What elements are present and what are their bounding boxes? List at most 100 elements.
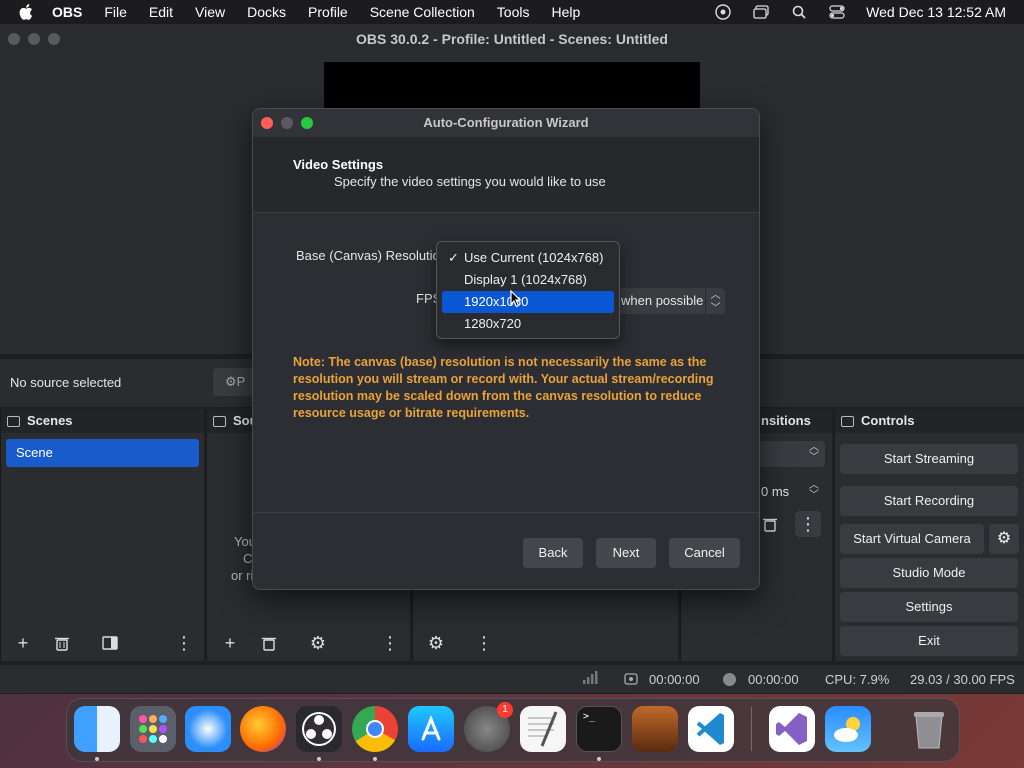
checkmark-icon: ✓ — [448, 250, 459, 265]
status-bar: 00:00:00 00:00:00 CPU: 7.9% 29.03 / 30.0… — [0, 665, 1024, 693]
textedit-icon[interactable] — [520, 706, 566, 752]
panel-undock-icon[interactable] — [213, 416, 226, 427]
resolution-option-label: 1280x720 — [464, 316, 522, 331]
dialog-minimize-button[interactable] — [281, 117, 293, 129]
page-subtitle: Specify the video settings you would lik… — [334, 174, 606, 189]
cpu-usage: CPU: 7.9% — [825, 672, 890, 687]
mixer-settings-icon[interactable]: ⚙ — [423, 630, 449, 656]
resolution-option[interactable]: Display 1 (1024x768) — [442, 269, 614, 291]
duration-value: 0 ms — [761, 484, 790, 499]
controls-title: Controls — [861, 413, 915, 428]
add-scene-icon[interactable]: + — [10, 630, 36, 656]
menu-scene-collection[interactable]: Scene Collection — [370, 4, 475, 20]
exit-button[interactable]: Exit — [840, 626, 1018, 656]
transition-duration[interactable]: 0 ms ︿ ﹀ — [759, 479, 825, 505]
virtual-camera-settings-icon[interactable]: ⚙ — [989, 524, 1019, 554]
record-status-icon — [723, 673, 736, 686]
menu-view[interactable]: View — [195, 4, 225, 20]
transition-select[interactable]: ︿ ﹀ — [759, 441, 825, 467]
window-maximize-button[interactable] — [48, 33, 60, 45]
window-switcher-icon[interactable] — [752, 3, 770, 21]
source-settings-icon[interactable]: ⚙ — [305, 630, 331, 656]
menu-docks[interactable]: Docks — [247, 4, 286, 20]
audio-mixer-toolbar: ⚙ ⋮ — [413, 623, 678, 661]
resolution-option-highlighted[interactable]: 1920x1080 — [442, 291, 614, 313]
garageband-icon[interactable] — [632, 706, 678, 752]
remove-source-icon[interactable] — [256, 630, 282, 656]
resolution-dropdown-menu: ✓ Use Current (1024x768) Display 1 (1024… — [436, 241, 620, 339]
back-button[interactable]: Back — [523, 538, 583, 568]
network-signal-icon — [582, 671, 598, 688]
finder-icon[interactable] — [74, 706, 120, 752]
start-recording-button[interactable]: Start Recording — [840, 486, 1018, 516]
dialog-close-button[interactable] — [261, 117, 273, 129]
notification-badge: 1 — [497, 702, 513, 718]
resolution-label: Base (Canvas) Resolution — [296, 248, 448, 263]
visual-studio-icon[interactable] — [769, 706, 815, 752]
dialog-title: Auto-Configuration Wizard — [423, 115, 589, 130]
resolution-option[interactable]: 1280x720 — [442, 313, 614, 335]
vscode-icon[interactable] — [688, 706, 734, 752]
fps-select[interactable]: when possible ︿ ﹀ — [613, 288, 725, 314]
macos-dock: 1 >_ — [66, 698, 960, 762]
no-source-label: No source selected — [10, 375, 122, 390]
transition-more-icon[interactable]: ⋮ — [795, 511, 821, 537]
stepper-icon[interactable]: ︿ ﹀ — [809, 481, 819, 501]
menu-profile[interactable]: Profile — [308, 4, 348, 20]
cancel-button[interactable]: Cancel — [669, 538, 740, 568]
controls-panel-header: Controls — [835, 409, 1024, 433]
remove-scene-icon[interactable] — [49, 630, 75, 656]
start-virtual-camera-button[interactable]: Start Virtual Camera — [840, 524, 984, 554]
panel-undock-icon[interactable] — [7, 416, 20, 427]
dialog-maximize-button[interactable] — [301, 117, 313, 129]
scene-more-icon[interactable]: ⋮ — [171, 630, 197, 656]
stream-time: 00:00:00 — [649, 672, 700, 687]
scene-list-item[interactable]: Scene — [6, 439, 199, 467]
terminal-prompt-glyph: >_ — [583, 711, 596, 722]
obs-icon[interactable] — [296, 706, 342, 752]
trash-icon[interactable] — [906, 706, 952, 752]
gear-icon: ⚙ — [225, 374, 237, 389]
panel-undock-icon[interactable] — [841, 416, 854, 427]
chevron-updown-icon: ︿ ﹀ — [705, 288, 725, 314]
safari-icon[interactable] — [185, 706, 231, 752]
studio-mode-button[interactable]: Studio Mode — [840, 558, 1018, 588]
apple-icon[interactable] — [18, 4, 34, 20]
launchpad-icon[interactable] — [130, 706, 176, 752]
control-center-icon[interactable] — [828, 3, 846, 21]
mixer-more-icon[interactable]: ⋮ — [471, 630, 497, 656]
properties-label: P — [236, 374, 246, 389]
menu-clock[interactable]: Wed Dec 13 12:52 AM — [866, 4, 1006, 20]
resolution-option-label: Use Current (1024x768) — [464, 250, 604, 265]
dock-separator — [751, 707, 752, 751]
next-button[interactable]: Next — [596, 538, 656, 568]
menu-help[interactable]: Help — [551, 4, 580, 20]
resolution-note: Note: The canvas (base) resolution is no… — [293, 355, 714, 420]
scene-filter-icon[interactable] — [97, 630, 123, 656]
window-title: OBS 30.0.2 - Profile: Untitled - Scenes:… — [356, 31, 668, 47]
menu-app-name[interactable]: OBS — [52, 4, 82, 20]
chrome-icon[interactable] — [352, 706, 398, 752]
firefox-icon[interactable] — [240, 706, 286, 752]
settings-button[interactable]: Settings — [840, 592, 1018, 622]
terminal-icon[interactable]: >_ — [576, 706, 622, 752]
search-icon[interactable] — [790, 3, 808, 21]
window-minimize-button[interactable] — [28, 33, 40, 45]
menu-edit[interactable]: Edit — [149, 4, 173, 20]
start-streaming-button[interactable]: Start Streaming — [840, 444, 1018, 474]
menu-tools[interactable]: Tools — [497, 4, 530, 20]
weather-icon[interactable] — [825, 706, 871, 752]
source-more-icon[interactable]: ⋮ — [377, 630, 403, 656]
system-settings-icon[interactable]: 1 — [464, 702, 513, 752]
app-store-icon[interactable] — [408, 706, 454, 752]
running-indicator — [95, 757, 99, 761]
obs-status-icon[interactable] — [714, 3, 732, 21]
menu-file[interactable]: File — [104, 4, 127, 20]
transitions-title: nsitions — [761, 413, 811, 428]
fps-select-value: when possible — [621, 293, 704, 308]
remove-transition-icon[interactable] — [757, 511, 783, 537]
resolution-option[interactable]: ✓ Use Current (1024x768) — [442, 247, 614, 269]
window-close-button[interactable] — [8, 33, 20, 45]
add-source-icon[interactable]: + — [217, 630, 243, 656]
running-indicator — [373, 757, 377, 761]
